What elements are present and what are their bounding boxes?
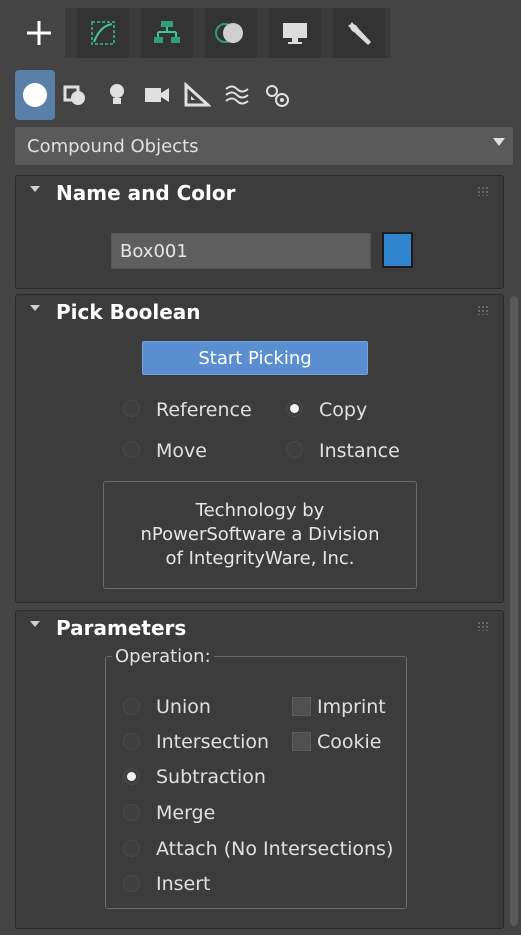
radio-move[interactable] bbox=[123, 441, 140, 458]
category-geometry[interactable] bbox=[15, 70, 55, 120]
collapse-triangle-icon[interactable] bbox=[30, 621, 40, 627]
checkbox-imprint[interactable] bbox=[292, 697, 311, 716]
radio-label-merge: Merge bbox=[156, 802, 216, 824]
plus-icon bbox=[27, 21, 51, 45]
credit-line: Technology by bbox=[195, 500, 325, 521]
monitor-icon bbox=[283, 23, 307, 44]
rollout-title[interactable]: Name and Color bbox=[56, 181, 236, 205]
tab-display[interactable] bbox=[269, 8, 321, 58]
sphere-icon bbox=[23, 83, 47, 107]
radio-reference[interactable] bbox=[123, 400, 140, 417]
motion-icon bbox=[215, 23, 243, 43]
space-warp-icon bbox=[225, 85, 249, 105]
radio-subtraction[interactable] bbox=[123, 768, 140, 785]
chevron-down-icon bbox=[493, 138, 505, 146]
category-systems[interactable] bbox=[257, 70, 297, 120]
tab-modify[interactable] bbox=[77, 8, 129, 58]
checkbox-label-imprint: Imprint bbox=[317, 696, 386, 718]
dropdown-value: Compound Objects bbox=[27, 136, 199, 157]
radio-label-subtraction: Subtraction bbox=[156, 766, 266, 788]
rollout-title[interactable]: Parameters bbox=[56, 616, 186, 640]
credit-line: nPowerSoftware a Division bbox=[140, 524, 380, 545]
hierarchy-icon bbox=[154, 21, 180, 43]
radio-instance[interactable] bbox=[286, 441, 303, 458]
rollout-name-and-color: Name and Color bbox=[15, 175, 504, 289]
object-name-field[interactable] bbox=[111, 233, 371, 269]
radio-label-intersection: Intersection bbox=[156, 731, 270, 753]
object-type-dropdown[interactable]: Compound Objects bbox=[15, 127, 513, 165]
collapse-triangle-icon[interactable] bbox=[30, 186, 40, 192]
operation-group-label: Operation: bbox=[112, 646, 214, 667]
checkbox-label-cookie: Cookie bbox=[317, 731, 382, 753]
shapes-icon bbox=[63, 85, 85, 105]
radio-attach[interactable] bbox=[123, 840, 140, 857]
command-panel-tabs bbox=[13, 8, 391, 58]
tab-motion[interactable] bbox=[205, 8, 257, 58]
collapse-triangle-icon[interactable] bbox=[30, 305, 40, 311]
camera-icon bbox=[145, 88, 169, 102]
checkbox-cookie[interactable] bbox=[292, 732, 311, 751]
rollout-grip-icon[interactable] bbox=[477, 621, 489, 631]
panel-scrollbar[interactable] bbox=[510, 296, 518, 926]
start-picking-button[interactable]: Start Picking bbox=[142, 341, 368, 375]
radio-label-copy: Copy bbox=[319, 399, 368, 421]
category-helpers[interactable] bbox=[177, 70, 217, 120]
radio-merge[interactable] bbox=[123, 804, 140, 821]
object-category-bar bbox=[13, 70, 508, 120]
radio-copy[interactable] bbox=[286, 400, 303, 417]
category-cameras[interactable] bbox=[137, 70, 177, 120]
rollout-pick-boolean: Pick Boolean Start Picking Reference Cop… bbox=[15, 294, 504, 603]
tab-hierarchy[interactable] bbox=[141, 8, 193, 58]
radio-intersection[interactable] bbox=[123, 733, 140, 750]
radio-label-attach: Attach (No Intersections) bbox=[156, 838, 394, 860]
category-shapes[interactable] bbox=[55, 70, 95, 120]
light-bulb-icon bbox=[110, 84, 124, 104]
modify-curve-icon bbox=[91, 21, 115, 45]
radio-union[interactable] bbox=[123, 698, 140, 715]
wrench-icon bbox=[348, 22, 371, 45]
technology-credit-box: Technology by nPowerSoftware a Division … bbox=[103, 481, 417, 589]
helper-ruler-icon bbox=[184, 82, 211, 107]
tab-create[interactable] bbox=[13, 8, 65, 58]
radio-label-union: Union bbox=[156, 696, 211, 718]
rollout-grip-icon[interactable] bbox=[477, 305, 489, 315]
radio-label-insert: Insert bbox=[156, 873, 211, 895]
radio-label-instance: Instance bbox=[319, 440, 400, 462]
object-color-swatch[interactable] bbox=[382, 232, 413, 268]
credit-line: of IntegrityWare, Inc. bbox=[165, 548, 355, 569]
radio-label-move: Move bbox=[156, 440, 207, 462]
radio-label-reference: Reference bbox=[156, 399, 252, 421]
rollout-parameters: Parameters Operation: Union Intersection… bbox=[15, 610, 504, 929]
category-space-warps[interactable] bbox=[217, 70, 257, 120]
category-lights[interactable] bbox=[97, 70, 137, 120]
gears-icon bbox=[266, 85, 289, 107]
radio-insert[interactable] bbox=[123, 875, 140, 892]
rollout-title[interactable]: Pick Boolean bbox=[56, 300, 201, 324]
tab-utilities[interactable] bbox=[333, 8, 385, 58]
rollout-grip-icon[interactable] bbox=[477, 186, 489, 196]
